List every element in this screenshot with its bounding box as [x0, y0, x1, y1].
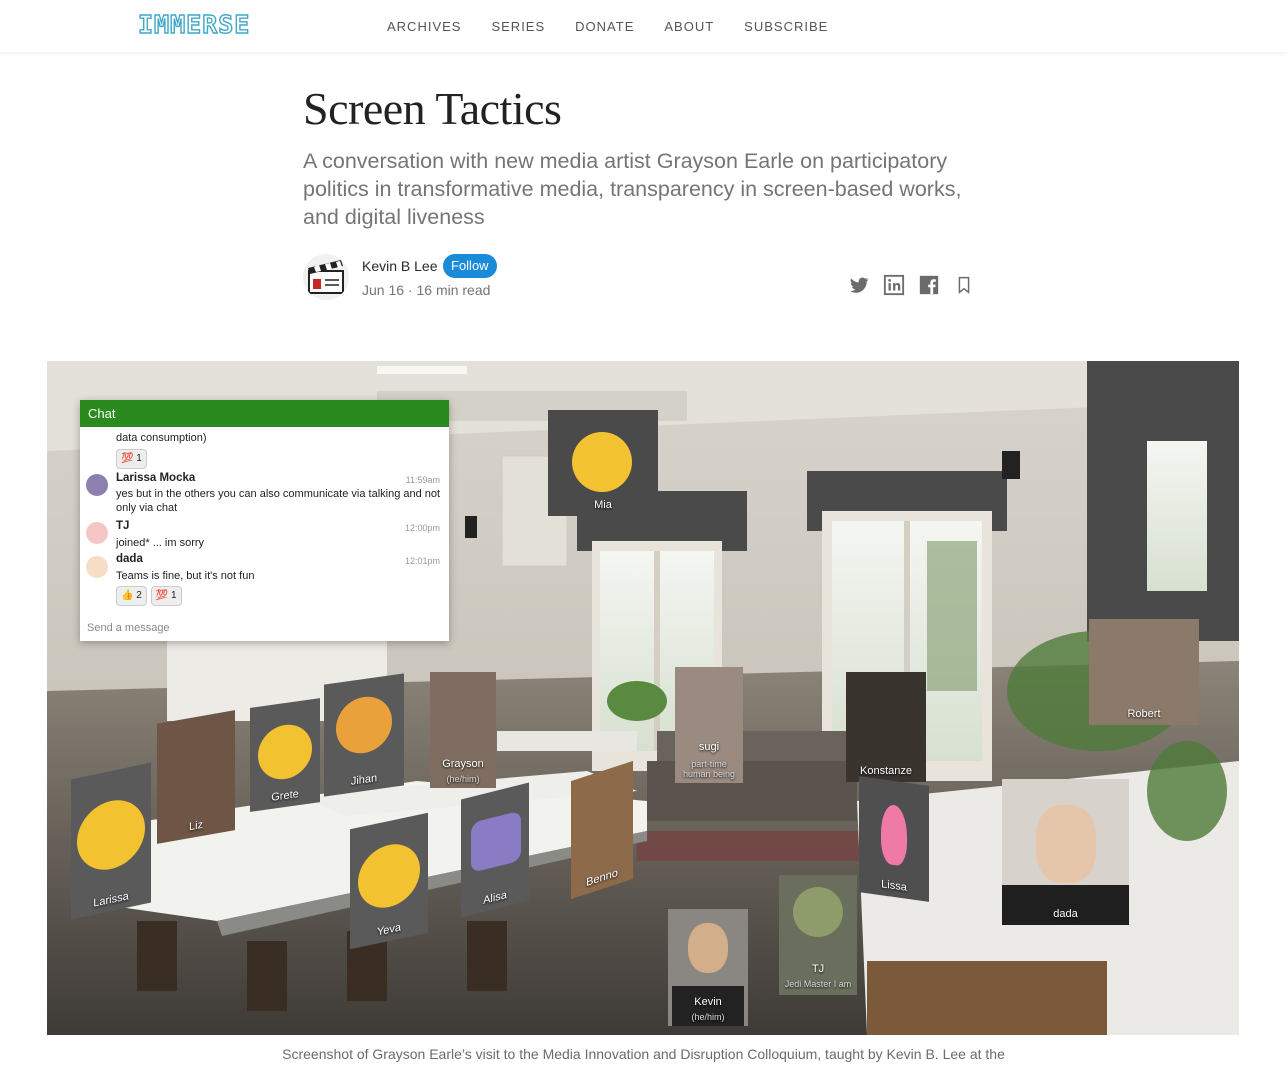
participant-tile-liz[interactable]: Liz — [157, 710, 235, 844]
nav-archives[interactable]: ARCHIVES — [387, 19, 461, 34]
clapperboard-icon — [308, 260, 344, 294]
participant-tile-grayson[interactable]: Grayson (he/him) — [430, 672, 496, 788]
avatar — [86, 522, 108, 544]
participant-tile-alisa[interactable]: Alisa — [461, 782, 529, 918]
participant-name: dada — [1053, 908, 1078, 920]
chat-reactions: 👍 2 💯 1 — [116, 586, 182, 606]
participant-name: Kevin — [694, 996, 722, 1008]
avatar — [86, 474, 108, 496]
article-subtitle: A conversation with new media artist Gra… — [303, 149, 962, 229]
hundred-icon: 💯 — [155, 590, 169, 601]
article-title: Screen Tactics — [303, 83, 562, 134]
hero-image: Chat data consumption) 💯 1 Larissa Mocka… — [47, 361, 1239, 1035]
participant-subtitle: (he/him) — [691, 1012, 725, 1022]
chat-message-author: TJ — [116, 520, 130, 532]
participant-subtitle: Jedi Master I am — [784, 979, 852, 989]
participant-tile-larissa[interactable]: Larissa — [71, 762, 151, 920]
participant-subtitle: part-time human being — [682, 759, 736, 779]
participant-name: Lissa — [881, 878, 907, 894]
hundred-reaction[interactable]: 💯 1 — [150, 586, 182, 606]
chat-message-text: Teams is fine, but it's not fun — [116, 570, 255, 582]
chat-message-text: yes but in the others you can also commu… — [116, 488, 441, 514]
participant-tile-jihan[interactable]: Jihan — [324, 673, 404, 797]
tiger-emoji-avatar — [336, 693, 392, 757]
participant-video — [1036, 805, 1096, 883]
participant-tile-robert[interactable]: Robert — [1089, 619, 1199, 725]
chat-message-author: Larissa Mocka — [116, 472, 196, 484]
chat-panel: Chat data consumption) 💯 1 Larissa Mocka… — [80, 400, 449, 641]
thumbs-up-icon: 👍 — [121, 590, 134, 601]
byline: Kevin B Lee Follow Jun 16 · 16 min read — [303, 254, 983, 302]
bookmark-icon[interactable] — [953, 274, 975, 296]
nav-about[interactable]: ABOUT — [664, 19, 714, 34]
participant-tile-grete[interactable]: Grete — [250, 698, 320, 812]
participant-tile-mia[interactable]: Mia — [548, 410, 658, 516]
participant-name: Robert — [1127, 708, 1161, 720]
chat-reactions: 💯 1 — [116, 449, 147, 469]
participant-tile-sugi[interactable]: sugi part-time human being — [675, 667, 743, 783]
share-bar — [848, 274, 975, 296]
chat-message-text: joined* ... im sorry — [116, 537, 205, 549]
participant-subtitle: (he/him) — [446, 774, 480, 784]
participant-tile-kevin[interactable]: Kevin (he/him) — [668, 909, 748, 1026]
site-logo[interactable]: IMMERSE — [137, 9, 250, 39]
participant-video — [688, 923, 728, 973]
participant-name: TJ — [811, 963, 825, 975]
nav-donate[interactable]: DONATE — [575, 19, 634, 34]
facebook-icon[interactable] — [918, 274, 940, 296]
top-navigation: IMMERSE ARCHIVES SERIES DONATE ABOUT SUB… — [0, 0, 1287, 52]
grinning-emoji-avatar — [358, 838, 420, 914]
chat-message-time: 12:00pm — [404, 523, 440, 533]
chat-header: Chat — [80, 400, 449, 427]
author-avatar[interactable] — [303, 254, 349, 300]
grinning-emoji-avatar — [77, 793, 145, 877]
participant-name: sugi — [698, 741, 720, 753]
linkedin-icon[interactable] — [883, 274, 905, 296]
participant-tile-tj[interactable]: TJ Jedi Master I am — [779, 875, 857, 995]
avatar — [86, 556, 108, 578]
nav-menu: ARCHIVES SERIES DONATE ABOUT SUBSCRIBE — [387, 19, 828, 34]
participant-name: Grayson — [442, 758, 484, 770]
yoda-avatar — [793, 887, 843, 937]
chat-message-time: 11:59am — [405, 475, 440, 485]
thumbs-up-reaction[interactable]: 👍 2 — [116, 586, 147, 606]
grinning-emoji-avatar — [258, 721, 312, 783]
participant-tile-konstanze[interactable]: Konstanze — [846, 672, 926, 782]
flamingo-emoji-avatar — [881, 803, 907, 867]
participant-tile-yeva[interactable]: Yeva — [350, 812, 428, 950]
image-caption: Screenshot of Grayson Earle’s visit to t… — [282, 1046, 1005, 1062]
chat-message-text: data consumption) — [116, 432, 207, 444]
chat-message-author: dada — [116, 553, 143, 565]
hundred-reaction[interactable]: 💯 1 — [116, 449, 147, 469]
chat-message-time: 12:01pm — [404, 556, 440, 566]
participant-tile-lissa[interactable]: Lissa — [859, 776, 929, 902]
grinning-emoji-avatar — [572, 432, 632, 492]
participant-tile-benno[interactable]: Benno — [571, 760, 633, 900]
heart-emoji-avatar — [471, 810, 521, 873]
follow-button[interactable]: Follow — [443, 254, 497, 278]
hundred-icon: 💯 — [121, 453, 134, 464]
nav-subscribe[interactable]: SUBSCRIBE — [744, 19, 828, 34]
publish-meta: Jun 16 · 16 min read — [362, 282, 491, 298]
participant-tile-dada[interactable]: dada — [1002, 779, 1129, 925]
author-name[interactable]: Kevin B Lee — [362, 258, 438, 274]
twitter-icon[interactable] — [848, 274, 870, 296]
participant-name: Mia — [594, 499, 612, 511]
participant-name: Konstanze — [860, 765, 912, 777]
nav-series[interactable]: SERIES — [491, 19, 545, 34]
chat-message-input[interactable]: Send a message — [87, 622, 170, 634]
